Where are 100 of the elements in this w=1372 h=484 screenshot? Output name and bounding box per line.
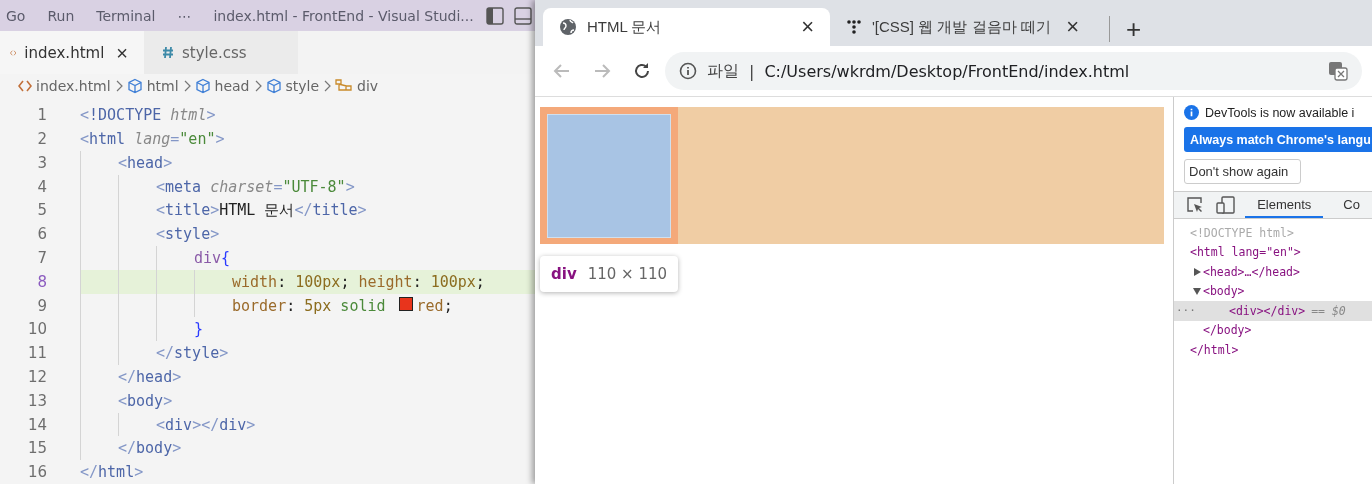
devtools-tab[interactable]: Co: [1331, 192, 1372, 218]
line-number: 8: [36, 272, 47, 291]
cube-icon: [194, 78, 211, 95]
line-number: 14: [26, 415, 47, 434]
code-token: body: [127, 391, 164, 410]
more-menu[interactable]: ⋯: [177, 7, 192, 24]
code-token: title: [312, 201, 358, 220]
line-number: 5: [36, 201, 47, 220]
code-token: >: [357, 201, 367, 220]
code-token: style: [165, 225, 211, 244]
new-tab-button[interactable]: +: [1109, 16, 1148, 42]
notice-text: DevTools is now available i: [1205, 105, 1355, 120]
close-tab-button[interactable]: ×: [797, 16, 818, 38]
cube-icon: [265, 78, 282, 95]
address-field[interactable]: 파일 | C:/Users/wkrdm/Desktop/FrontEnd/index.html: [665, 52, 1362, 90]
sidebar-layout-icon: [485, 6, 504, 25]
breadcrumb-item[interactable]: html: [126, 78, 179, 95]
code-token: 100px: [295, 272, 341, 291]
breadcrumb-item[interactable]: index.html: [18, 78, 111, 95]
chevron-right-icon: [323, 80, 332, 93]
menu-item[interactable]: Terminal: [96, 7, 156, 24]
line-number: 12: [26, 367, 47, 386]
code-token: body: [136, 439, 173, 458]
code-token: >: [210, 201, 220, 220]
dots-logo-icon: [846, 19, 862, 35]
line-number: 10: [26, 320, 47, 339]
line-number: 4: [36, 177, 47, 196]
code-token: solid: [339, 296, 387, 315]
code-token: :: [286, 296, 297, 315]
expand-arrow-icon[interactable]: [1193, 267, 1201, 276]
code-token: title: [165, 201, 211, 220]
code-token: >: [345, 177, 355, 196]
code-token: height: [358, 272, 413, 291]
code-token: head: [136, 367, 173, 386]
expand-arrow-icon[interactable]: [1193, 287, 1201, 296]
reload-icon: [632, 61, 652, 81]
line-number: 15: [26, 439, 47, 458]
tag-name: div: [551, 265, 577, 283]
browser-tab[interactable]: '[CSS] 웹 개발 걸음마 떼기 ×: [830, 8, 1095, 46]
code-token: "UTF-8": [282, 177, 346, 196]
hash-icon: [162, 46, 174, 60]
code-token: HTML 문서: [219, 200, 295, 220]
code-token: !DOCTYPE: [89, 106, 163, 125]
node-text: <html lang="en">: [1190, 245, 1301, 260]
code-token: >: [163, 153, 173, 172]
browser-tab[interactable]: HTML 문서 ×: [543, 8, 830, 46]
code-token: </: [156, 344, 175, 363]
code-token: >: [172, 439, 182, 458]
scheme-label: 파일: [707, 60, 739, 82]
selected-node-row[interactable]: ··· <div></div> == $0: [1174, 301, 1372, 321]
color-swatch[interactable]: [398, 296, 413, 311]
info-icon: [679, 62, 697, 80]
code-token: >: [246, 415, 256, 434]
code-token: div: [165, 415, 193, 434]
code-token: style: [174, 344, 220, 363]
translate-icon: [1328, 61, 1348, 81]
element-size: 110 × 110: [587, 265, 668, 283]
line-number: 3: [36, 153, 47, 172]
editor-tab[interactable]: style.css: [144, 31, 298, 74]
code-token: html: [89, 129, 127, 148]
menu-item[interactable]: Go: [6, 7, 26, 24]
code-token: }: [194, 320, 204, 339]
code-token: html: [170, 106, 207, 125]
breadcrumb-item[interactable]: head: [194, 78, 250, 95]
line-number: 7: [36, 248, 47, 267]
window-title: index.html - FrontEnd - Visual Studi...: [213, 7, 474, 24]
code-token: ;: [443, 296, 453, 315]
close-tab-button[interactable]: ×: [112, 42, 132, 63]
match-language-button[interactable]: Always match Chrome's langu: [1184, 127, 1372, 152]
code-token: <: [156, 177, 166, 196]
code-token: >: [210, 225, 220, 244]
code-token: <: [118, 391, 128, 410]
close-tab-button[interactable]: ×: [1062, 16, 1083, 38]
node-text: </html>: [1190, 342, 1239, 357]
device-toggle-icon[interactable]: [1214, 193, 1238, 217]
code-token: <: [80, 129, 90, 148]
line-number: 6: [36, 225, 47, 244]
menu-item[interactable]: Run: [47, 7, 75, 24]
node-text: </body>: [1203, 323, 1252, 338]
code-token: </: [294, 201, 313, 220]
line-number: 11: [26, 344, 47, 363]
breadcrumb-item[interactable]: div: [335, 78, 379, 95]
code-token: charset: [210, 177, 274, 196]
node-text: <head>…</head>: [1203, 264, 1300, 279]
more-icon[interactable]: ···: [1176, 304, 1196, 318]
chevron-right-icon: [253, 80, 262, 93]
code-token: =: [170, 129, 180, 148]
code-token: >: [134, 463, 144, 482]
code-token: :: [412, 272, 423, 291]
breadcrumb-item[interactable]: style: [265, 78, 320, 95]
code-token: >: [219, 344, 229, 363]
code-token: <: [118, 153, 128, 172]
code-brackets-icon: [18, 80, 32, 93]
code-token: :: [277, 272, 288, 291]
code-token: meta: [165, 177, 203, 196]
code-token: div: [219, 415, 247, 434]
chevron-right-icon: [182, 80, 191, 93]
dont-show-button[interactable]: Don't show again: [1184, 159, 1301, 184]
devtools-tab[interactable]: Elements: [1245, 192, 1324, 218]
line-number: 9: [36, 296, 47, 315]
